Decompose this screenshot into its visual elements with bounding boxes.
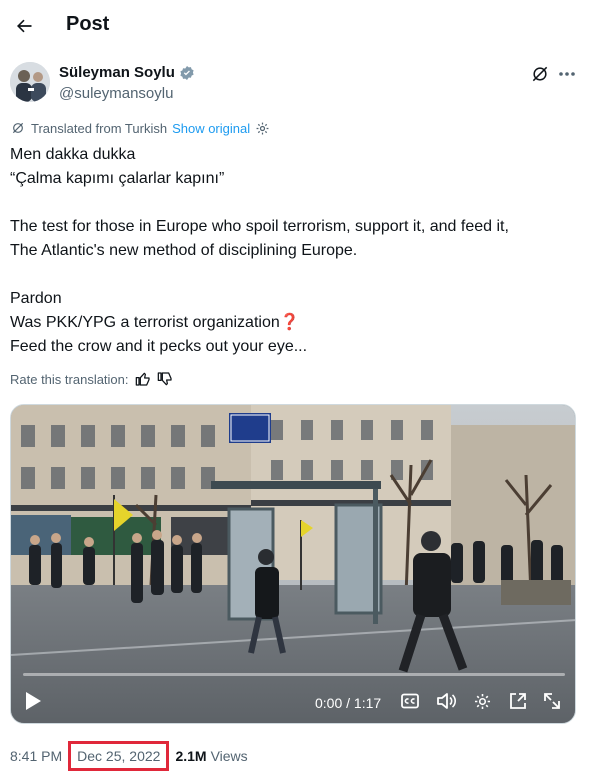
author-name-text: Süleyman Soylu — [59, 64, 175, 81]
views-count: 2.1M — [175, 748, 207, 764]
translation-bar: Translated from Turkish Show original — [10, 120, 270, 136]
tweet-line-question: Was PKK/YPG a terrorist organization❓ — [10, 311, 590, 335]
volume-button[interactable] — [435, 689, 457, 713]
post-time[interactable]: 8:41 PM — [10, 748, 62, 764]
tweet-line-question-text: Was PKK/YPG a terrorist organization — [10, 314, 280, 331]
captions-button[interactable] — [399, 689, 421, 713]
gear-icon — [474, 693, 490, 709]
views-label: Views — [210, 748, 248, 764]
show-original-link[interactable]: Show original — [172, 121, 250, 136]
settings-button[interactable] — [471, 689, 493, 713]
video-progress-bar[interactable] — [23, 673, 565, 676]
gear-icon[interactable] — [255, 121, 270, 136]
rate-label: Rate this translation: — [10, 371, 129, 387]
grok-icon — [532, 66, 548, 82]
post-date[interactable]: Dec 25, 2022 — [68, 741, 170, 771]
fullscreen-button[interactable] — [541, 689, 563, 713]
verified-badge-icon — [180, 65, 194, 80]
tweet-line: Pardon — [10, 290, 62, 307]
arrow-left-icon — [17, 19, 32, 33]
tweet-line: “Çalma kapımı çalarlar kapını” — [10, 170, 225, 187]
post-header: Post — [0, 0, 604, 52]
video-player[interactable]: 0:00 / 1:17 — [10, 404, 576, 724]
tweet-line: Men dakka dukka — [10, 146, 136, 163]
captions-icon — [401, 693, 419, 709]
avatar[interactable] — [10, 62, 50, 102]
author-name[interactable]: Süleyman Soylu — [59, 64, 195, 81]
back-button[interactable] — [8, 10, 40, 42]
volume-icon — [437, 693, 456, 709]
grok-translate-icon — [12, 122, 24, 134]
tweet-text: Men dakka dukka “Çalma kapımı çalarlar k… — [10, 143, 590, 359]
fullscreen-icon — [544, 693, 560, 709]
video-time: 0:00 / 1:17 — [315, 695, 382, 711]
video-frame — [11, 405, 575, 723]
more-options-button[interactable] — [556, 64, 578, 84]
play-icon — [26, 692, 41, 710]
translated-label: Translated from Turkish — [31, 120, 168, 136]
video-controls: 0:00 / 1:17 — [11, 683, 575, 719]
author-handle[interactable]: @suleymansoylu — [59, 85, 173, 102]
thumbs-up-icon — [135, 372, 150, 386]
tweet-line: The Atlantic's new method of disciplinin… — [10, 242, 358, 259]
tweet-line: The test for those in Europe who spoil t… — [10, 218, 509, 235]
tweet-line: Feed the crow and it pecks out your eye.… — [10, 338, 308, 355]
thumbs-down-icon — [157, 372, 172, 386]
question-mark-emoji-icon: ❓ — [279, 314, 300, 331]
play-button[interactable] — [21, 689, 45, 713]
post-meta: 8:41 PM Dec 25, 2022 2.1M Views — [10, 741, 248, 771]
grok-button[interactable] — [530, 64, 550, 84]
rate-translation: Rate this translation: — [10, 371, 173, 387]
thumbs-down-button[interactable] — [157, 371, 173, 387]
page-title: Post — [66, 13, 110, 35]
more-icon — [559, 72, 575, 76]
pip-button[interactable] — [507, 689, 529, 713]
thumbs-up-button[interactable] — [135, 371, 151, 387]
picture-in-picture-icon — [510, 693, 526, 709]
